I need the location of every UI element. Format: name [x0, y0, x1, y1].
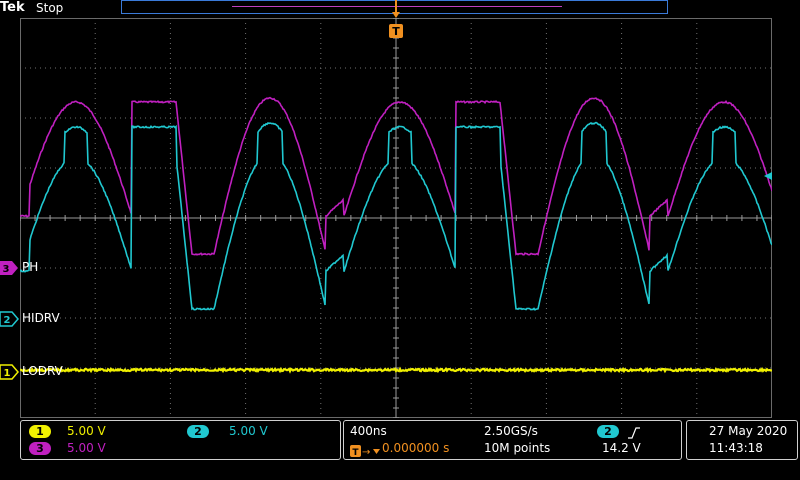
- acquisition-state: Stop: [36, 1, 64, 15]
- trigger-position-icon[interactable]: T: [388, 0, 404, 40]
- graticule-grid: [20, 18, 772, 418]
- svg-text:3: 3: [3, 264, 10, 275]
- ch2-ground-marker[interactable]: 2: [0, 311, 20, 331]
- timebase-value: 400ns: [350, 424, 387, 438]
- trigger-source-badge[interactable]: 2: [597, 425, 619, 438]
- ch1-label: LODRV: [22, 364, 63, 378]
- ch1-ground-marker[interactable]: 1: [0, 364, 20, 384]
- ch2-scale: 5.00 V: [229, 424, 268, 438]
- date-value: 27 May 2020: [709, 424, 788, 438]
- ch2-label: HIDRV: [22, 311, 60, 325]
- ch3-badge[interactable]: 3: [29, 442, 51, 455]
- svg-text:T: T: [392, 25, 400, 38]
- vertical-settings-panel[interactable]: 1 5.00 V 2 5.00 V 3 5.00 V: [20, 420, 341, 460]
- ch2-badge[interactable]: 2: [187, 425, 209, 438]
- svg-text:T: T: [352, 448, 359, 458]
- ch3-label: PH: [22, 260, 39, 274]
- svg-text:1: 1: [4, 368, 11, 379]
- time-value: 11:43:18: [709, 441, 763, 455]
- ch1-lodrv-waveform: [20, 366, 772, 374]
- trigger-delay-value: 0.000000 s: [382, 441, 450, 455]
- brand-logo: Tek: [0, 0, 25, 15]
- ch3-ground-marker[interactable]: 3: [0, 260, 20, 280]
- ch1-badge[interactable]: 1: [29, 425, 51, 438]
- sample-rate-value: 2.50GS/s: [484, 424, 538, 438]
- record-length-value: 10M points: [484, 441, 551, 455]
- ch1-scale: 5.00 V: [67, 424, 106, 438]
- svg-text:2: 2: [4, 315, 11, 326]
- trigger-delay-icon: T →: [350, 443, 382, 462]
- datetime-panel: 27 May 2020 11:43:18: [686, 420, 798, 460]
- trigger-level-value: 14.2 V: [602, 441, 641, 455]
- horizontal-trigger-panel[interactable]: 400ns 2.50GS/s T → 0.000000 s 10M points…: [343, 420, 682, 460]
- waveform-display[interactable]: [20, 18, 772, 418]
- ch3-scale: 5.00 V: [67, 441, 106, 455]
- svg-text:→: →: [362, 447, 370, 458]
